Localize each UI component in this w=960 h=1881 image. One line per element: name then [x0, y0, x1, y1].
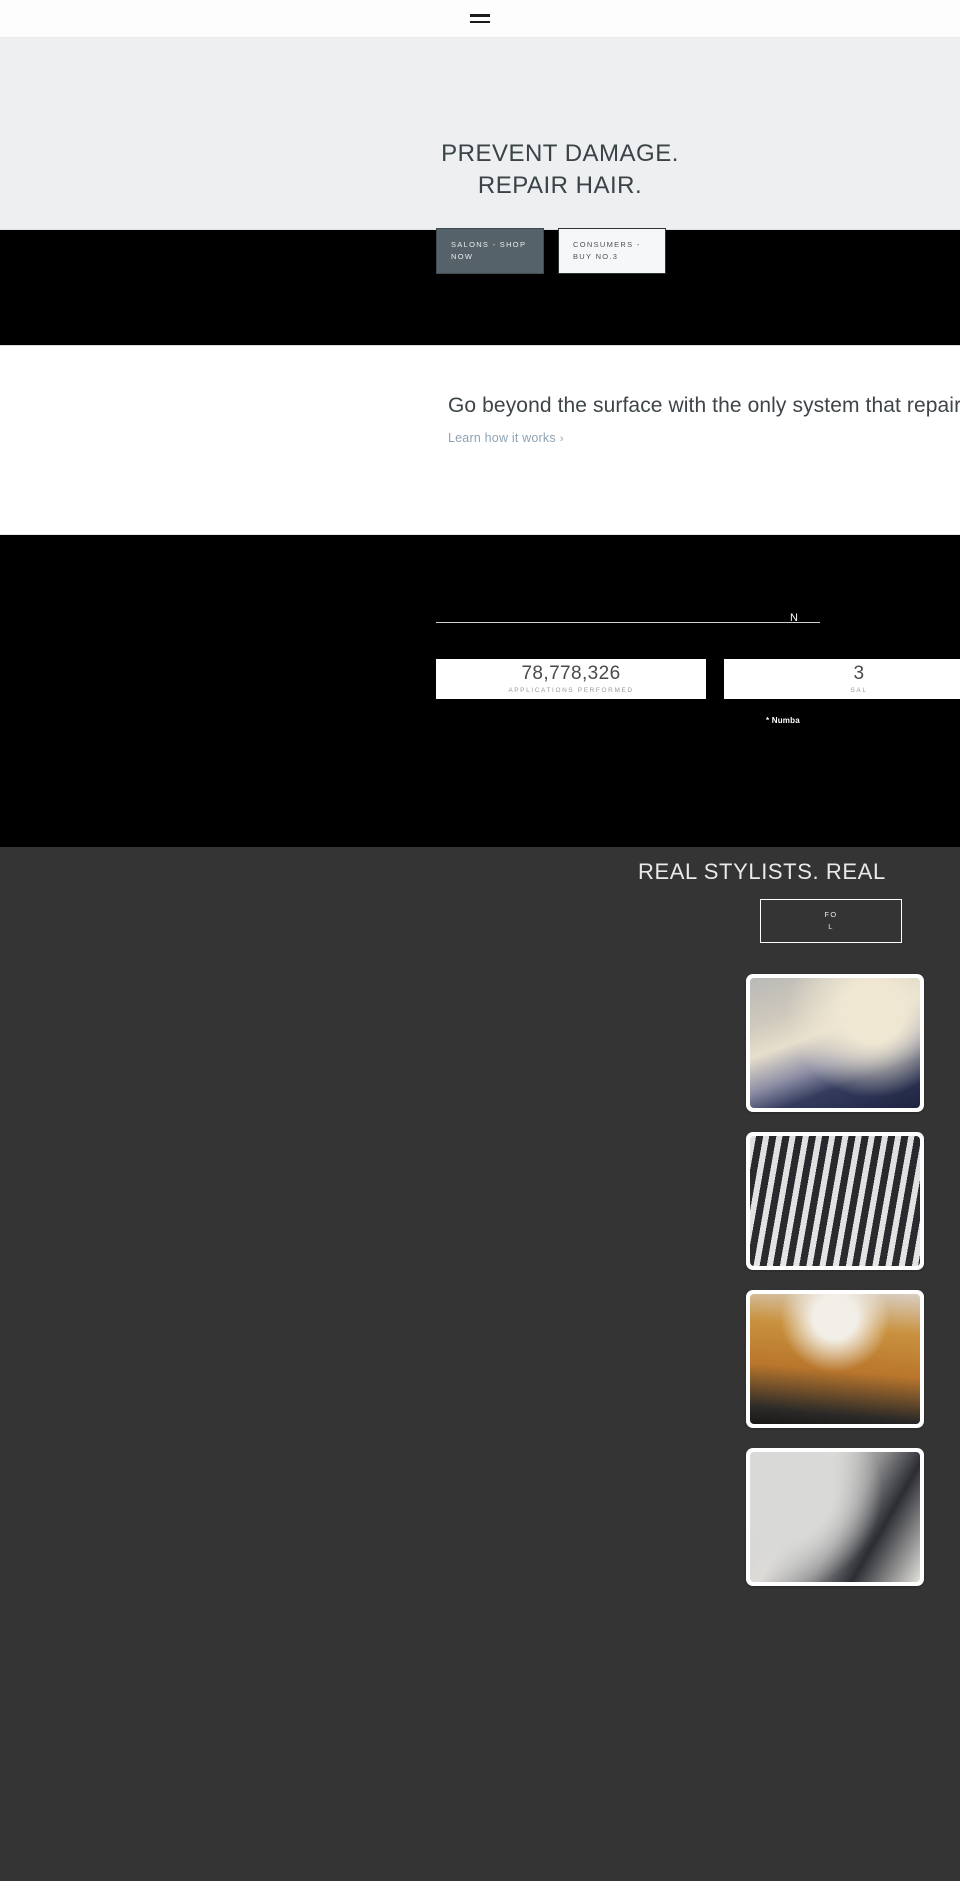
consumers-buy-no3-button[interactable]: CONSUMERS - BUY NO.3 — [558, 228, 666, 274]
top-navigation-bar — [0, 0, 960, 38]
hero-button-group: SALONS - SHOP NOW CONSUMERS - BUY NO.3 — [436, 228, 960, 274]
follow-us-button[interactable]: FO L — [760, 899, 902, 943]
hamburger-line-1 — [470, 14, 490, 17]
long-platinum-hair-photo — [750, 1452, 920, 1582]
social-photo-card[interactable] — [746, 974, 924, 1112]
salons-shop-now-button[interactable]: SALONS - SHOP NOW — [436, 228, 544, 274]
learn-how-it-works-label: Learn how it works — [448, 430, 556, 445]
foiled-highlights-photo — [750, 1136, 920, 1266]
hero-title: PREVENT DAMAGE. REPAIR HAIR. — [441, 140, 679, 199]
stat-caption: APPLICATIONS PERFORMED — [508, 686, 634, 694]
social-photo-grid — [746, 974, 924, 1586]
stats-row: 78,778,326 APPLICATIONS PERFORMED 3 SAL — [436, 659, 960, 699]
intro-heading: Go beyond the surface with the only syst… — [448, 394, 960, 417]
stat-value: 78,778,326 — [521, 663, 621, 684]
social-section: REAL STYLISTS. REAL FO L — [0, 847, 960, 1881]
blonde-textured-hair-photo — [750, 978, 920, 1108]
stat-caption: SAL — [850, 686, 868, 694]
social-photo-card[interactable] — [746, 1132, 924, 1270]
intro-section: Go beyond the surface with the only syst… — [0, 346, 960, 535]
stat-value: 3 — [853, 663, 865, 684]
stat-card-salons: 3 SAL — [724, 659, 960, 699]
copper-blonde-bob-photo — [750, 1294, 920, 1424]
stats-divider — [436, 622, 820, 623]
hamburger-line-2 — [470, 20, 490, 23]
learn-how-it-works-link[interactable]: Learn how it works › — [448, 431, 564, 445]
intro-content: Go beyond the surface with the only syst… — [448, 392, 960, 447]
hamburger-menu-icon[interactable] — [470, 10, 490, 27]
page-root: PREVENT DAMAGE. REPAIR HAIR. SALONS - SH… — [0, 0, 960, 1881]
stats-footnote: * Numba — [766, 716, 800, 725]
social-heading: REAL STYLISTS. REAL — [638, 859, 886, 884]
social-photo-card[interactable] — [746, 1448, 924, 1586]
social-photo-card[interactable] — [746, 1290, 924, 1428]
chevron-right-icon: › — [559, 432, 564, 445]
hero-section: PREVENT DAMAGE. REPAIR HAIR. SALONS - SH… — [0, 38, 960, 274]
stats-section: N 78,778,326 APPLICATIONS PERFORMED 3 SA… — [0, 535, 960, 847]
stat-card-applications: 78,778,326 APPLICATIONS PERFORMED — [436, 659, 706, 699]
stats-right-label: N — [790, 612, 799, 624]
hero-content: PREVENT DAMAGE. REPAIR HAIR. SALONS - SH… — [436, 38, 960, 274]
